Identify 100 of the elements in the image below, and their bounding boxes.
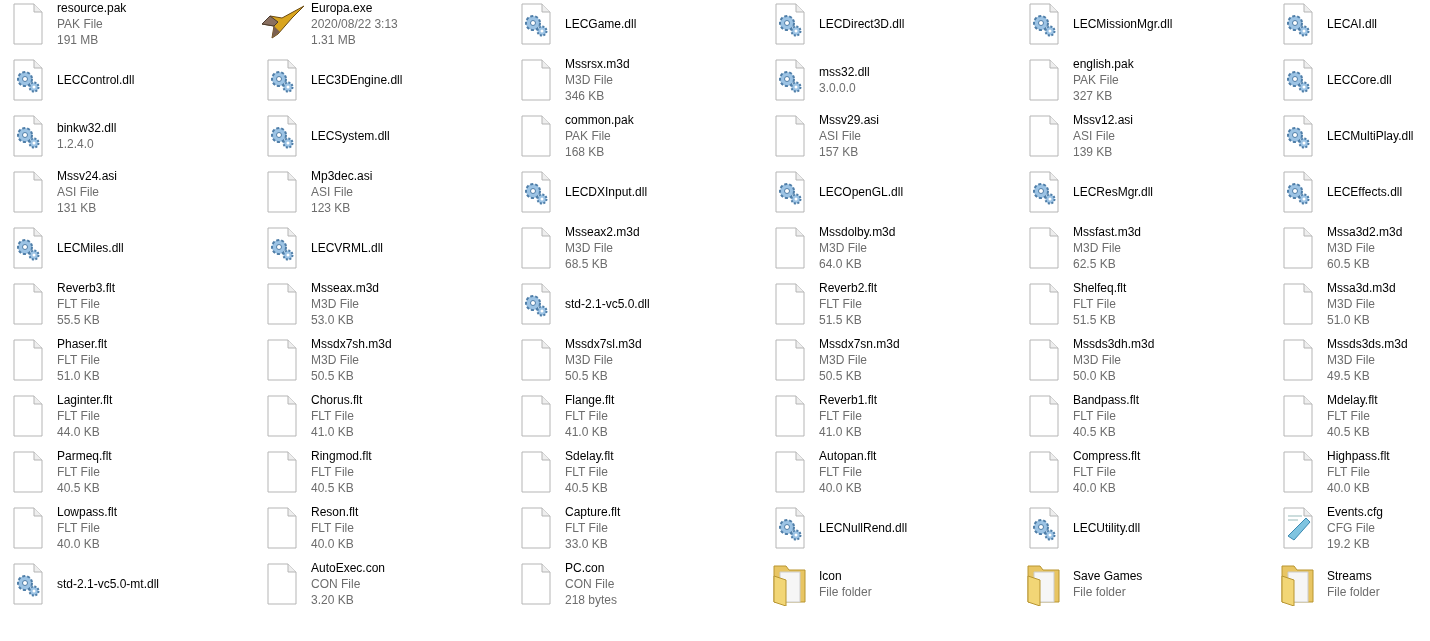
file-detail: M3D File (819, 352, 868, 368)
file-name[interactable]: Mssa3d2.m3d (1327, 224, 1403, 240)
file-name[interactable]: Mssrsx.m3d (565, 56, 630, 72)
file-name[interactable]: Bandpass.flt (1073, 392, 1140, 408)
file-name[interactable]: Mssv24.asi (57, 168, 118, 184)
file-name[interactable]: Save Games (1073, 568, 1143, 584)
file-name[interactable]: Laginter.flt (57, 392, 113, 408)
folder-icon (1280, 562, 1316, 606)
file-name[interactable]: AutoExec.con (311, 560, 386, 576)
file-detail: 51.5 KB (819, 312, 863, 328)
file-name[interactable]: LECMiles.dll (57, 240, 124, 256)
file-name[interactable]: LECSystem.dll (311, 128, 390, 144)
file-detail: M3D File (565, 240, 614, 256)
file-name[interactable]: Mssds3ds.m3d (1327, 336, 1408, 352)
file-name[interactable]: Mssa3d.m3d (1327, 280, 1396, 296)
file-name[interactable]: LECUtility.dll (1073, 520, 1141, 536)
file-name[interactable]: Chorus.flt (311, 392, 363, 408)
file-name[interactable]: LEC3DEngine.dll (311, 72, 403, 88)
file-detail: FLT File (1073, 408, 1117, 424)
file-name[interactable]: LECGame.dll (565, 16, 637, 32)
file-name[interactable]: Shelfeq.flt (1073, 280, 1127, 296)
file-name[interactable]: Reson.flt (311, 504, 359, 520)
file-name[interactable]: LECDirect3D.dll (819, 16, 905, 32)
file-name[interactable]: Mssdx7sh.m3d (311, 336, 392, 352)
file-detail: 40.5 KB (1327, 424, 1371, 440)
file-name[interactable]: LECMissionMgr.dll (1073, 16, 1173, 32)
document-icon (10, 394, 46, 438)
file-name[interactable]: Events.cfg (1327, 504, 1384, 520)
file-detail: 41.0 KB (311, 424, 355, 440)
file-name[interactable]: Lowpass.flt (57, 504, 118, 520)
file-name[interactable]: Msseax2.m3d (565, 224, 640, 240)
file-name[interactable]: mss32.dll (819, 64, 870, 80)
file-detail: FLT File (565, 464, 609, 480)
file-name[interactable]: Mssds3dh.m3d (1073, 336, 1155, 352)
document-icon (1026, 226, 1062, 270)
document-icon (1026, 58, 1062, 102)
file-detail: 157 KB (819, 144, 860, 160)
file-name[interactable]: Highpass.flt (1327, 448, 1390, 464)
file-name[interactable]: Reverb3.flt (57, 280, 116, 296)
file-name[interactable]: LECDXInput.dll (565, 184, 648, 200)
file-detail: M3D File (311, 352, 360, 368)
file-name[interactable]: LECMultiPlay.dll (1327, 128, 1414, 144)
file-detail: ASI File (57, 184, 100, 200)
file-name[interactable]: resource.pak (57, 0, 127, 16)
file-name[interactable]: LECCore.dll (1327, 72, 1392, 88)
file-detail: 131 KB (57, 200, 98, 216)
document-icon (1280, 394, 1316, 438)
file-name[interactable]: binkw32.dll (57, 120, 117, 136)
file-detail: File folder (1327, 584, 1380, 600)
document-icon (264, 562, 300, 606)
file-name[interactable]: Msseax.m3d (311, 280, 380, 296)
file-name[interactable]: LECAI.dll (1327, 16, 1378, 32)
file-detail: FLT File (57, 296, 101, 312)
file-name[interactable]: Ringmod.flt (311, 448, 372, 464)
gears-document-icon (1026, 506, 1062, 550)
document-icon (264, 170, 300, 214)
file-name[interactable]: Capture.flt (565, 504, 621, 520)
file-name[interactable]: Reverb2.flt (819, 280, 878, 296)
file-name[interactable]: Parmeq.flt (57, 448, 112, 464)
file-detail: 50.5 KB (311, 368, 355, 384)
file-name[interactable]: LECOpenGL.dll (819, 184, 904, 200)
file-detail: 19.2 KB (1327, 536, 1371, 552)
gears-document-icon (1280, 114, 1316, 158)
file-detail: 218 bytes (565, 592, 618, 608)
file-name[interactable]: Compress.flt (1073, 448, 1141, 464)
file-name[interactable]: Mp3dec.asi (311, 168, 373, 184)
file-detail: CFG File (1327, 520, 1376, 536)
file-detail: 40.0 KB (1073, 480, 1117, 496)
file-name[interactable]: Reverb1.flt (819, 392, 878, 408)
file-detail: M3D File (1327, 296, 1376, 312)
file-name[interactable]: Icon (819, 568, 872, 584)
document-icon (1280, 226, 1316, 270)
file-name[interactable]: Mssdx7sn.m3d (819, 336, 900, 352)
file-name[interactable]: Mdelay.flt (1327, 392, 1378, 408)
document-icon (264, 282, 300, 326)
file-name[interactable]: LECControl.dll (57, 72, 135, 88)
file-name[interactable]: Mssfast.m3d (1073, 224, 1141, 240)
file-name[interactable]: PC.con (565, 560, 618, 576)
file-name[interactable]: Phaser.flt (57, 336, 108, 352)
file-name[interactable]: LECEffects.dll (1327, 184, 1403, 200)
document-icon (518, 506, 554, 550)
file-detail: 2020/08/22 3:13 (311, 16, 398, 32)
file-name[interactable]: english.pak (1073, 56, 1134, 72)
file-name[interactable]: Mssv29.asi (819, 112, 880, 128)
file-name[interactable]: LECNullRend.dll (819, 520, 908, 536)
file-name[interactable]: Autopan.flt (819, 448, 877, 464)
file-detail: 1.31 MB (311, 32, 357, 48)
file-name[interactable]: common.pak (565, 112, 634, 128)
file-name[interactable]: Mssv12.asi (1073, 112, 1134, 128)
file-name[interactable]: Flange.flt (565, 392, 615, 408)
file-name[interactable]: std-2.1-vc5.0-mt.dll (57, 576, 160, 592)
file-name[interactable]: std-2.1-vc5.0.dll (565, 296, 650, 312)
file-name[interactable]: LECVRML.dll (311, 240, 384, 256)
file-name[interactable]: LECResMgr.dll (1073, 184, 1154, 200)
file-name[interactable]: Europa.exe (311, 0, 398, 16)
file-name[interactable]: Mssdx7sl.m3d (565, 336, 642, 352)
file-name[interactable]: Sdelay.flt (565, 448, 614, 464)
file-detail: M3D File (1327, 352, 1376, 368)
file-name[interactable]: Mssdolby.m3d (819, 224, 896, 240)
file-name[interactable]: Streams (1327, 568, 1380, 584)
